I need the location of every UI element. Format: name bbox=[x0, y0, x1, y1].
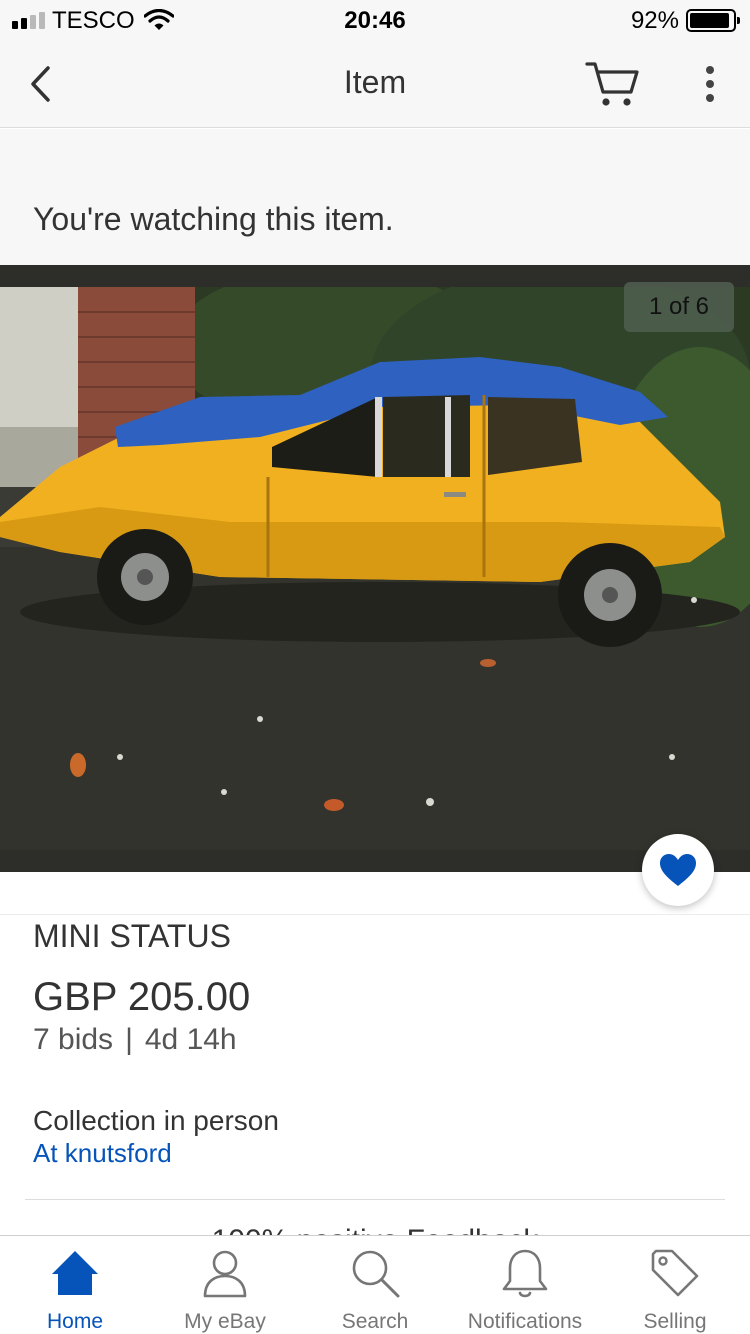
tab-selling[interactable]: Selling bbox=[600, 1236, 750, 1334]
tab-label: Notifications bbox=[467, 1310, 583, 1333]
tab-search[interactable]: Search bbox=[300, 1236, 450, 1334]
tab-label: Selling bbox=[643, 1310, 707, 1333]
item-photo[interactable] bbox=[0, 287, 750, 850]
item-photo-gallery[interactable]: 1 of 6 bbox=[0, 265, 750, 872]
cart-button[interactable] bbox=[584, 58, 644, 110]
status-bar: TESCO 20:46 92% bbox=[0, 0, 750, 40]
heart-icon bbox=[660, 854, 696, 886]
time-left: 4d 14h bbox=[144, 1023, 237, 1056]
tab-label: Home bbox=[46, 1310, 104, 1333]
tab-label: Search bbox=[341, 1310, 409, 1333]
battery-percent: 92% bbox=[630, 7, 679, 34]
item-price: GBP 205.00 bbox=[33, 975, 251, 1019]
navigation-bar: Item bbox=[0, 40, 750, 128]
bell-icon bbox=[502, 1249, 548, 1298]
watching-banner: You're watching this item. bbox=[0, 129, 750, 265]
photo-counter: 1 of 6 bbox=[624, 282, 734, 332]
bid-info: 7 bids | 4d 14h bbox=[33, 1023, 237, 1057]
divider bbox=[0, 914, 750, 915]
cart-icon bbox=[585, 62, 639, 106]
tag-icon bbox=[651, 1249, 699, 1297]
home-icon bbox=[52, 1251, 98, 1295]
seller-feedback-text: 100% positive Feedback bbox=[0, 1224, 750, 1235]
tab-bar: Home My eBay Search Notifications Sellin… bbox=[0, 1235, 750, 1334]
battery-icon bbox=[686, 9, 740, 32]
tab-my-ebay[interactable]: My eBay bbox=[150, 1236, 300, 1334]
divider bbox=[25, 1199, 725, 1200]
watching-message: You're watching this item. bbox=[33, 201, 394, 237]
meta-separator: | bbox=[125, 1023, 133, 1056]
collection-label: Collection in person bbox=[33, 1105, 279, 1136]
collection-location-link[interactable]: At knutsford bbox=[33, 1138, 172, 1169]
search-icon bbox=[352, 1250, 400, 1298]
item-title: MINI STATUS bbox=[33, 918, 231, 954]
more-vertical-icon bbox=[706, 66, 714, 102]
tab-label: My eBay bbox=[184, 1310, 266, 1333]
tab-notifications[interactable]: Notifications bbox=[450, 1236, 600, 1334]
seller-feedback: 100% positive Feedback bbox=[0, 1220, 750, 1235]
more-options-button[interactable] bbox=[690, 62, 730, 106]
bid-count[interactable]: 7 bids bbox=[33, 1023, 113, 1056]
tab-home[interactable]: Home bbox=[0, 1236, 150, 1334]
watch-button[interactable] bbox=[642, 834, 714, 906]
person-icon bbox=[203, 1250, 247, 1298]
